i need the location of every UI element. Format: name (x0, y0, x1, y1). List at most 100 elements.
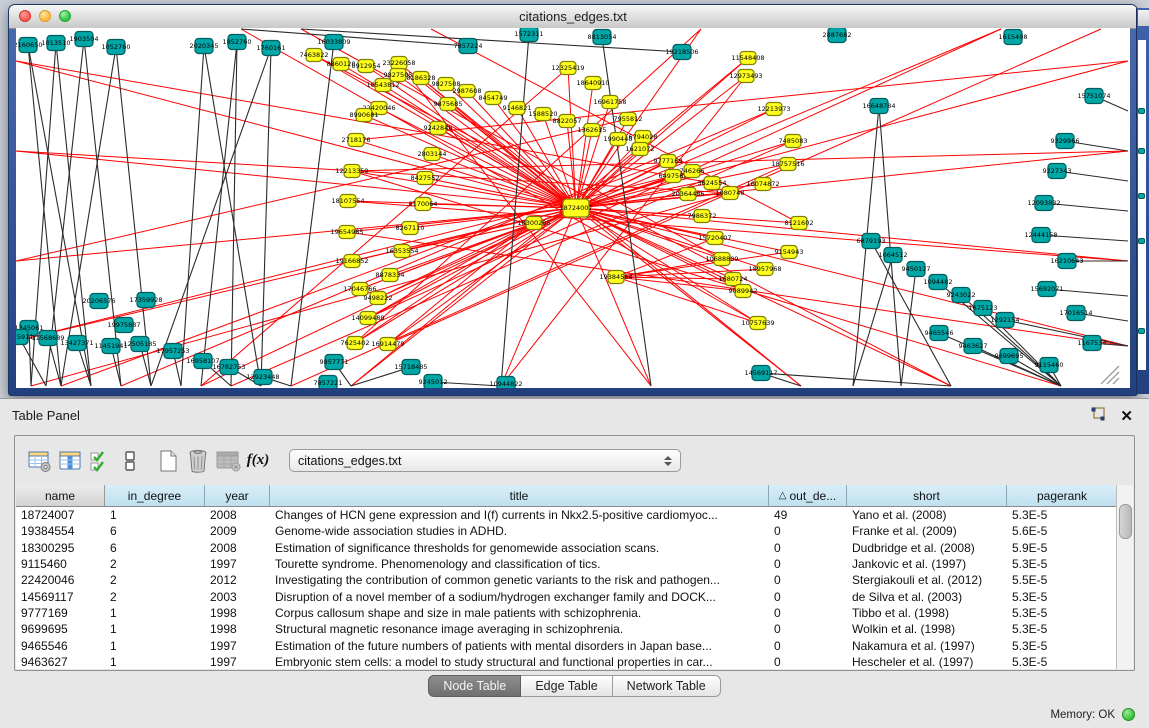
svg-text:14099489: 14099489 (351, 314, 384, 322)
table-row[interactable]: 1830029562008Estimation of significance … (16, 540, 1118, 556)
column-header-out_de[interactable]: △out_de... (769, 485, 847, 506)
cell-out_de: 0 (769, 655, 847, 669)
table-row[interactable]: 1872400712008Changes of HCN gene express… (16, 507, 1118, 523)
cell-short: Tibbo et al. (1998) (847, 606, 1007, 620)
svg-text:16543812: 16543812 (366, 81, 399, 89)
memory-status-icon[interactable] (1122, 708, 1135, 721)
svg-text:1064512: 1064512 (879, 251, 908, 259)
table-body: 1872400712008Changes of HCN gene express… (16, 507, 1118, 669)
tab-node-table[interactable]: Node Table (428, 675, 521, 697)
function-builder-icon[interactable]: f(x) (243, 446, 273, 476)
cell-pagerank: 5.3E-5 (1007, 606, 1118, 620)
background-network-node (1138, 108, 1145, 114)
svg-text:20206576: 20206576 (82, 297, 115, 305)
svg-text:8822057: 8822057 (553, 117, 582, 125)
table-settings-icon[interactable] (25, 446, 55, 476)
tab-edge-table[interactable]: Edge Table (521, 675, 612, 697)
svg-text:8267110: 8267110 (396, 224, 425, 232)
svg-text:6879193: 6879193 (857, 237, 886, 245)
cell-out_de: 0 (769, 639, 847, 653)
table-vertical-scrollbar[interactable] (1116, 485, 1133, 669)
svg-text:7485083: 7485083 (779, 137, 808, 145)
svg-text:15751074: 15751074 (1077, 92, 1110, 100)
table-row[interactable]: 1938455462009Genome-wide association stu… (16, 523, 1118, 539)
column-header-pagerank[interactable]: pagerank (1007, 485, 1118, 506)
cell-year: 2012 (205, 573, 270, 587)
svg-text:14569117: 14569117 (744, 369, 777, 377)
status-bar: Memory: OK (1050, 708, 1135, 721)
column-header-in_degree[interactable]: in_degree (105, 485, 205, 506)
cell-out_de: 49 (769, 508, 847, 522)
row-selection-icon[interactable] (85, 446, 115, 476)
svg-text:9146821: 9146821 (503, 104, 532, 112)
cell-name: 14569117 (16, 590, 105, 604)
close-panel-icon[interactable]: ✕ (1120, 409, 1133, 424)
svg-text:1292154: 1292154 (991, 316, 1020, 324)
svg-text:9450127: 9450127 (902, 265, 931, 273)
tab-network-table[interactable]: Network Table (613, 675, 721, 697)
float-window-icon[interactable] (1091, 407, 1105, 426)
zoom-window-icon[interactable] (59, 10, 71, 22)
svg-text:9089942: 9089942 (729, 287, 758, 295)
cell-pagerank: 5.3E-5 (1007, 639, 1118, 653)
table-row[interactable]: 911546021997Tourette syndrome. Phenomeno… (16, 556, 1118, 572)
svg-text:9245012: 9245012 (419, 378, 448, 386)
combo-arrows-icon (664, 456, 672, 466)
svg-text:11548408: 11548408 (731, 54, 764, 62)
table-panel-content: f(x) citations_edges.txt namein_degreeye… (14, 435, 1135, 671)
cell-pagerank: 5.3E-5 (1007, 508, 1118, 522)
cell-name: 18724007 (16, 508, 105, 522)
network-graph[interactable]: 1872400774638228860128891295423226058982… (16, 28, 1130, 388)
table-row[interactable]: 977716911998Corpus callosum shape and si… (16, 605, 1118, 621)
table-row[interactable]: 2242004622012Investigating the contribut… (16, 572, 1118, 588)
svg-text:9329966: 9329966 (1051, 137, 1080, 145)
svg-text:17016514: 17016514 (1059, 309, 1092, 317)
column-header-title[interactable]: title (270, 485, 769, 506)
svg-text:1080748: 1080748 (716, 189, 745, 197)
svg-text:7857224: 7857224 (454, 42, 483, 50)
new-column-icon[interactable] (153, 446, 183, 476)
column-header-year[interactable]: year (205, 485, 270, 506)
table-row[interactable]: 1456911722003Disruption of a novel membe… (16, 588, 1118, 604)
background-network-node (1138, 238, 1145, 244)
column-header-name[interactable]: name (16, 485, 105, 506)
svg-text:18957968: 18957968 (748, 265, 781, 273)
svg-text:12973493: 12973493 (729, 72, 762, 80)
table-row[interactable]: 946362711997Embryonic stem cells: a mode… (16, 654, 1118, 669)
cell-title: Disruption of a novel member of a sodium… (270, 590, 769, 604)
close-window-icon[interactable] (19, 10, 31, 22)
svg-text:9875685: 9875685 (434, 100, 463, 108)
node-table: namein_degreeyeartitle△out_de...shortpag… (16, 485, 1118, 669)
minimize-window-icon[interactable] (39, 10, 51, 22)
table-panel: Table Panel ✕ (0, 398, 1149, 728)
background-window[interactable] (1136, 8, 1149, 394)
column-header-short[interactable]: short (847, 485, 1007, 506)
svg-text:9154943: 9154943 (775, 248, 804, 256)
delete-column-icon[interactable] (183, 446, 213, 476)
table-row[interactable]: 969969511998Structural magnetic resonanc… (16, 621, 1118, 637)
network-file-select[interactable]: citations_edges.txt (289, 449, 681, 472)
cell-short: Wolkin et al. (1998) (847, 622, 1007, 636)
svg-text:17359928: 17359928 (129, 296, 162, 304)
cell-short: Yano et al. (2008) (847, 508, 1007, 522)
scrollbar-thumb[interactable] (1119, 504, 1132, 539)
svg-text:12213359: 12213359 (335, 167, 368, 175)
cell-in_degree: 6 (105, 524, 205, 538)
network-canvas[interactable]: 1872400774638228860128891295423226058982… (16, 28, 1130, 388)
svg-text:1621072: 1621072 (626, 145, 655, 153)
svg-text:9463627: 9463627 (959, 342, 988, 350)
svg-text:6794028: 6794028 (629, 133, 658, 141)
full-table-mode-icon[interactable] (115, 446, 145, 476)
table-row[interactable]: 946554611997Estimation of the future num… (16, 637, 1118, 653)
svg-text:19654985: 19654985 (330, 228, 363, 236)
cell-out_de: 0 (769, 557, 847, 571)
network-window-titlebar[interactable]: citations_edges.txt (9, 5, 1137, 29)
memory-status-label: Memory: OK (1050, 709, 1115, 721)
column-visibility-icon[interactable] (55, 446, 85, 476)
table-header: namein_degreeyeartitle△out_de...shortpag… (16, 485, 1118, 507)
cell-out_de: 0 (769, 541, 847, 555)
svg-text:12213973: 12213973 (757, 105, 790, 113)
cell-title: Estimation of significance thresholds fo… (270, 541, 769, 555)
svg-text:7463822: 7463822 (300, 51, 329, 59)
svg-text:8813054: 8813054 (588, 33, 617, 41)
